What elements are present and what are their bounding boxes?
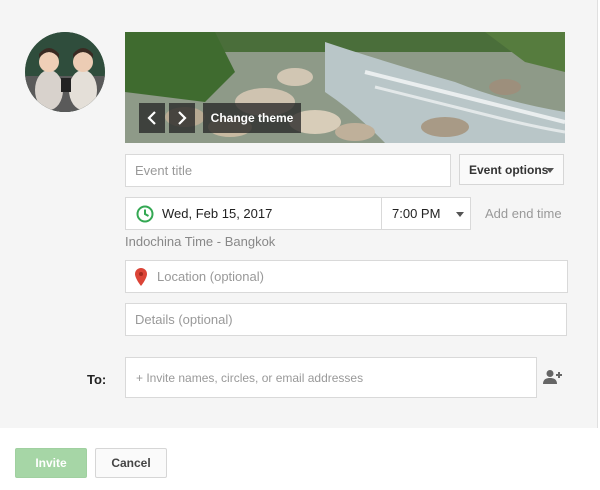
clock-icon [136, 205, 154, 222]
to-label: To: [87, 372, 107, 387]
event-time-select[interactable]: 7:00 PM [381, 197, 471, 230]
event-title-input[interactable]: Event title [125, 154, 451, 187]
event-title-placeholder: Event title [135, 163, 193, 178]
add-person-button[interactable] [543, 369, 563, 390]
location-placeholder: Location (optional) [157, 269, 264, 284]
details-placeholder: Details (optional) [135, 312, 233, 327]
event-options-label: Event options [469, 162, 549, 177]
chevron-right-icon [178, 111, 187, 125]
event-date-input[interactable]: Wed, Feb 15, 2017 [125, 197, 382, 230]
map-pin-icon [135, 267, 147, 286]
event-options-button[interactable]: Event options [459, 154, 564, 185]
footer [0, 428, 600, 490]
caret-down-icon [546, 168, 554, 173]
details-input[interactable]: Details (optional) [125, 303, 567, 336]
avatar [25, 32, 105, 112]
invite-input[interactable]: + Invite names, circles, or email addres… [125, 357, 537, 398]
event-time-value: 7:00 PM [392, 206, 441, 221]
add-person-icon [543, 370, 562, 384]
timezone-label[interactable]: Indochina Time - Bangkok [125, 234, 275, 249]
invite-button[interactable]: Invite [15, 448, 87, 478]
theme-banner: Change theme [125, 32, 565, 143]
invite-placeholder: + Invite names, circles, or email addres… [136, 370, 364, 385]
theme-prev-button[interactable] [139, 103, 165, 133]
event-date-value: Wed, Feb 15, 2017 [162, 206, 273, 221]
caret-down-icon [456, 212, 464, 217]
add-end-time-link[interactable]: Add end time [485, 206, 562, 221]
cancel-button[interactable]: Cancel [95, 448, 167, 478]
theme-next-button[interactable] [169, 103, 195, 133]
chevron-left-icon [147, 111, 156, 125]
change-theme-button[interactable]: Change theme [203, 103, 301, 133]
location-input[interactable]: Location (optional) [125, 260, 568, 293]
